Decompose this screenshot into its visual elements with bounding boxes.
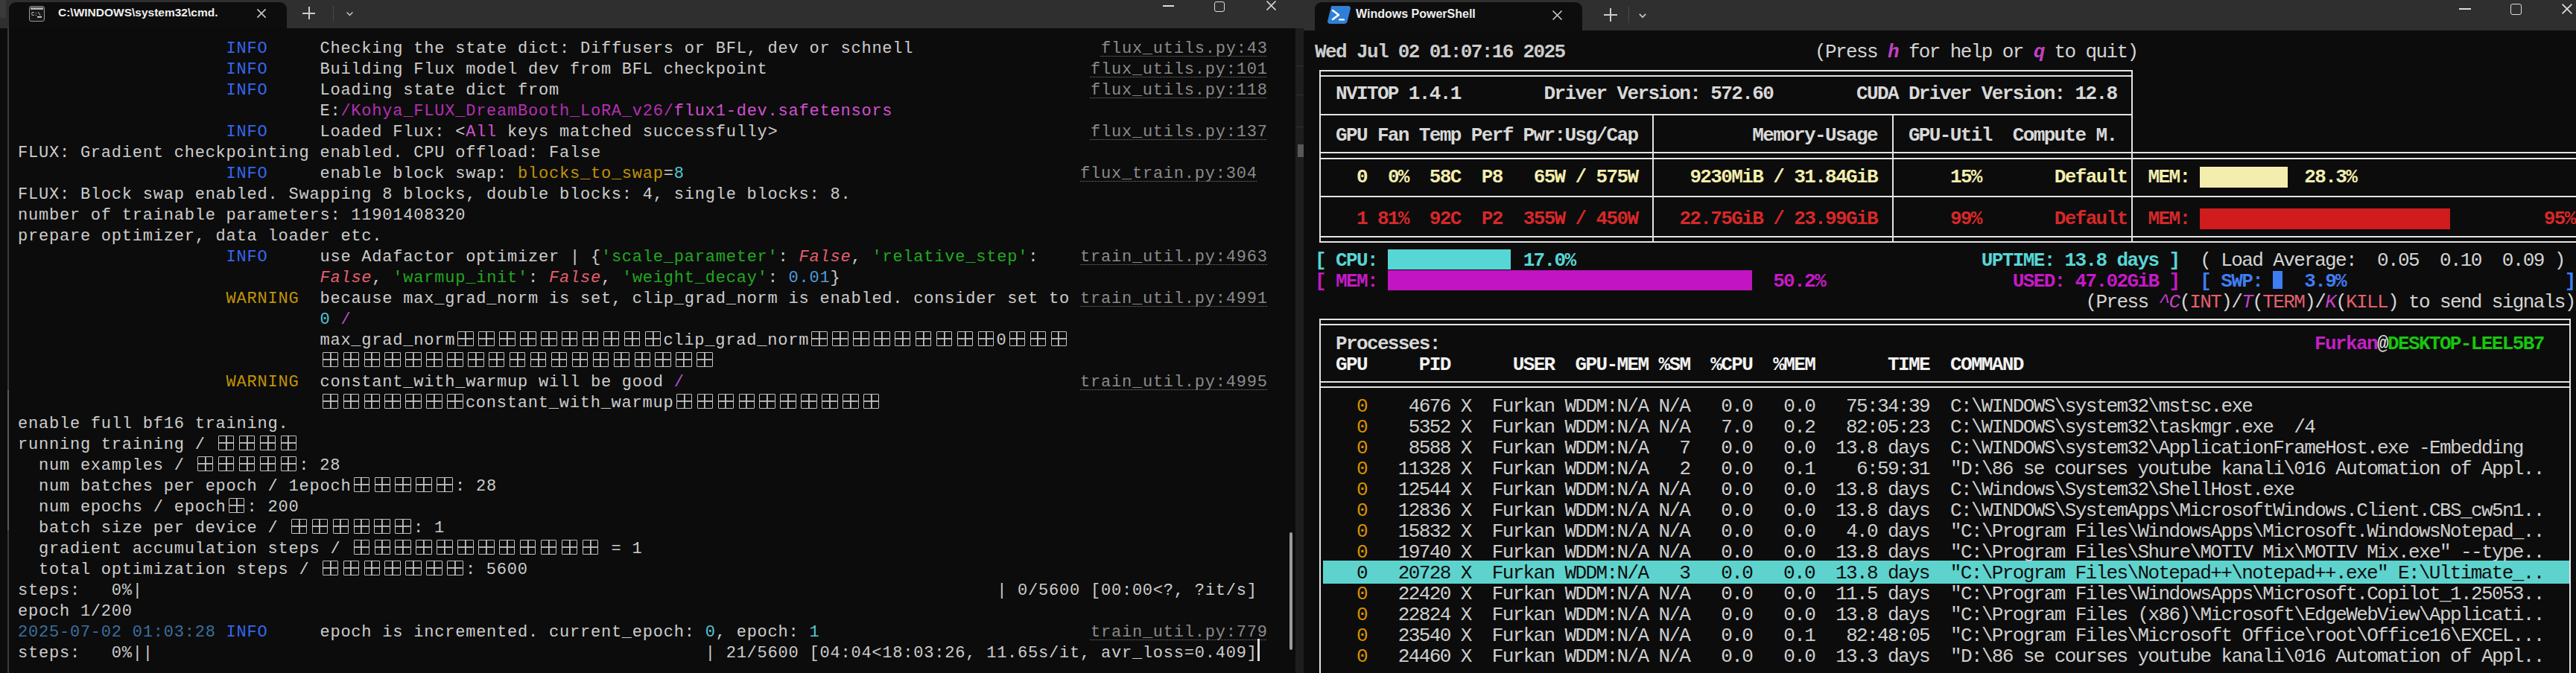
svg-text:C:\: C:\ [31, 11, 41, 17]
